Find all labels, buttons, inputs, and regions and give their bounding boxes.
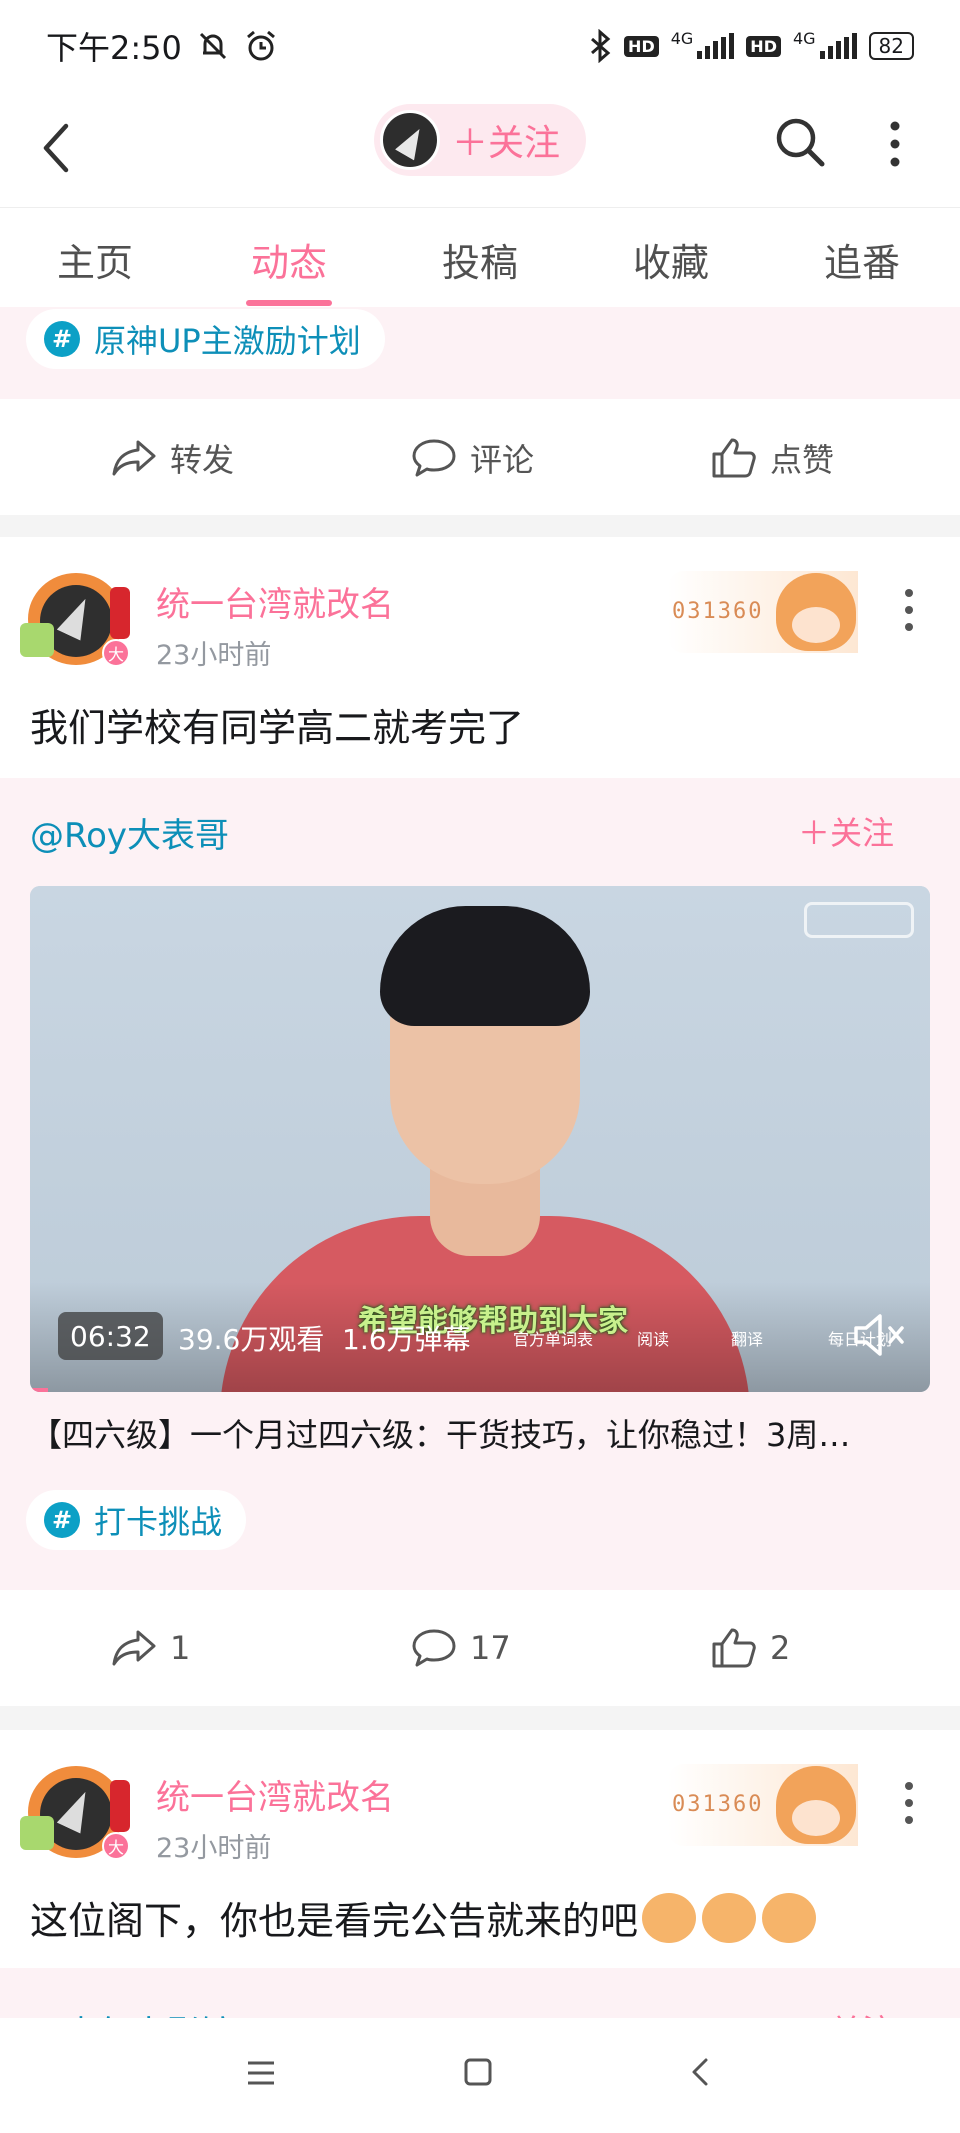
bluetooth-icon (591, 29, 611, 63)
avatar[interactable]: 大 (20, 567, 134, 667)
topic-chip-checkin[interactable]: # 打卡挑战 (26, 1490, 247, 1550)
hd-badge-2: HD (746, 35, 781, 57)
post-1-header: 大 统一台湾就改名 23小时前 031360 我们学校有同学高二就考完了 (0, 537, 960, 778)
post-1-time: 23小时前 (156, 640, 272, 671)
emoji-icon (762, 1892, 817, 1943)
share-button-top[interactable]: 转发 (110, 435, 234, 481)
comment-count: 17 (470, 1629, 511, 1667)
video-title[interactable]: 【四六级】一个月过四六级：干货技巧，让你稳过！3周… (30, 1410, 930, 1456)
tab-submissions[interactable]: 投稿 (410, 232, 550, 287)
repost-author-2[interactable]: @青年电影馆 (30, 2006, 234, 2018)
post-2-text-row: 这位阁下，你也是看完公告就来的吧 (30, 1890, 817, 1945)
post-1-username[interactable]: 统一台湾就改名 (156, 577, 394, 626)
thumbs-up-icon (712, 438, 756, 478)
fan-badge-character (776, 1766, 856, 1844)
video-danmaku-count: 1.6万弹幕 (342, 1323, 471, 1356)
search-icon[interactable] (770, 112, 830, 172)
status-bar: 下午2:50 HD 4G HD 4G 82 (0, 0, 960, 92)
chevron-left-icon[interactable] (36, 118, 76, 178)
bilibili-logo-icon (804, 902, 914, 938)
video-player[interactable]: 希望能够帮助到大家 官方单词表 阅读 翻译 每日计划 06:32 39.6万观看… (30, 886, 930, 1392)
comment-button[interactable]: 17 (410, 1626, 511, 1670)
network-label-1: 4G (670, 29, 694, 48)
post-1-text: 我们学校有同学高二就考完了 (30, 706, 525, 750)
post-2-text: 这位阁下，你也是看完公告就来的吧 (30, 1899, 639, 1943)
comment-bubble-icon (412, 439, 456, 477)
hashtag-icon: # (44, 321, 80, 357)
fan-badge-character (776, 573, 856, 651)
signal-icon-1 (697, 33, 735, 59)
tab-dynamics[interactable]: 动态 (219, 232, 359, 287)
avatar[interactable]: 大 (20, 1760, 134, 1860)
hashtag-icon: # (44, 1502, 80, 1538)
more-vertical-icon[interactable] (902, 589, 916, 635)
level-badge: 大 (102, 639, 130, 667)
signal-icon-2 (819, 33, 857, 59)
video-overlay-label-3: 翻译 (731, 1330, 764, 1349)
level-badge: 大 (102, 1832, 130, 1860)
emoji-icon (702, 1892, 757, 1943)
repost-author[interactable]: @Roy大表哥 (30, 808, 229, 857)
fan-badge-number: 031360 (672, 599, 764, 624)
battery-indicator: 82 (868, 32, 914, 60)
tab-bangumi[interactable]: 追番 (792, 232, 932, 287)
like-button[interactable]: 2 (710, 1626, 790, 1670)
like-count: 2 (770, 1629, 791, 1667)
video-progress-bar[interactable] (30, 1388, 48, 1392)
topic-chip-top[interactable]: # 原神UP主激励计划 (26, 309, 385, 369)
user-avatar-small (380, 110, 440, 170)
system-navigation-bar (0, 2018, 960, 2133)
post-2-repost-card[interactable]: @青年电影馆 ＋关注 (0, 1968, 960, 2018)
alarm-icon (246, 30, 275, 61)
share-label-top: 转发 (170, 441, 235, 479)
post-2-username[interactable]: 统一台湾就改名 (156, 1770, 394, 1819)
network-label-2: 4G (792, 29, 816, 48)
comment-button-top[interactable]: 评论 (410, 435, 534, 481)
share-arrow-icon (112, 1630, 156, 1666)
share-count: 1 (170, 1629, 191, 1667)
header-follow-label: ＋关注 (452, 123, 561, 164)
share-arrow-icon (112, 440, 156, 476)
tab-favorites[interactable]: 收藏 (601, 232, 741, 287)
emoji-icon (642, 1892, 697, 1943)
post-2-time: 23小时前 (156, 1833, 272, 1864)
video-overlay-label-1: 官方单词表 (513, 1330, 594, 1349)
comment-bubble-icon (412, 1629, 456, 1667)
status-time: 下午2:50 (46, 29, 182, 67)
post-1-actions: 1 17 2 (0, 1590, 960, 1706)
fan-badge[interactable]: 031360 (668, 571, 858, 653)
more-vertical-icon[interactable] (885, 114, 905, 174)
hd-badge-1: HD (624, 35, 659, 57)
repost-follow-button[interactable]: ＋关注 (798, 808, 894, 854)
post-2-header: 大 统一台湾就改名 23小时前 031360 这位阁下，你也是看完公告就来的吧 (0, 1730, 960, 1968)
more-vertical-icon[interactable] (902, 1782, 916, 1828)
back-icon[interactable] (686, 2056, 716, 2090)
video-views: 39.6万观看 (178, 1323, 325, 1356)
tab-home[interactable]: 主页 (25, 232, 165, 287)
previous-post-actions: 转发 评论 点赞 (0, 399, 960, 515)
repost-follow-button-2[interactable]: ＋关注 (798, 2006, 894, 2018)
like-label-top: 点赞 (770, 441, 835, 479)
active-tab-indicator (246, 300, 332, 306)
volume-mute-icon[interactable] (850, 1310, 910, 1360)
comment-label-top: 评论 (470, 441, 535, 479)
profile-tabs: 主页 动态 投稿 收藏 追番 (0, 207, 960, 307)
topic-label-checkin: 打卡挑战 (94, 1503, 223, 1541)
home-icon[interactable] (463, 2056, 493, 2090)
like-button-top[interactable]: 点赞 (710, 435, 834, 481)
topic-label-top: 原神UP主激励计划 (94, 322, 361, 360)
fan-badge[interactable]: 031360 (668, 1764, 858, 1846)
fan-badge-number: 031360 (672, 1792, 764, 1817)
share-button[interactable]: 1 (110, 1626, 190, 1670)
previous-post-repost-area: # 原神UP主激励计划 (0, 307, 960, 399)
mute-bell-icon (199, 32, 226, 60)
thumbs-up-icon (712, 1628, 756, 1668)
top-nav-bar: ＋关注 (0, 92, 960, 207)
menu-icon[interactable] (246, 2056, 276, 2090)
header-follow-button[interactable]: ＋关注 (374, 104, 586, 176)
video-duration: 06:32 (58, 1312, 163, 1360)
video-overlay-label-2: 阅读 (637, 1330, 670, 1349)
